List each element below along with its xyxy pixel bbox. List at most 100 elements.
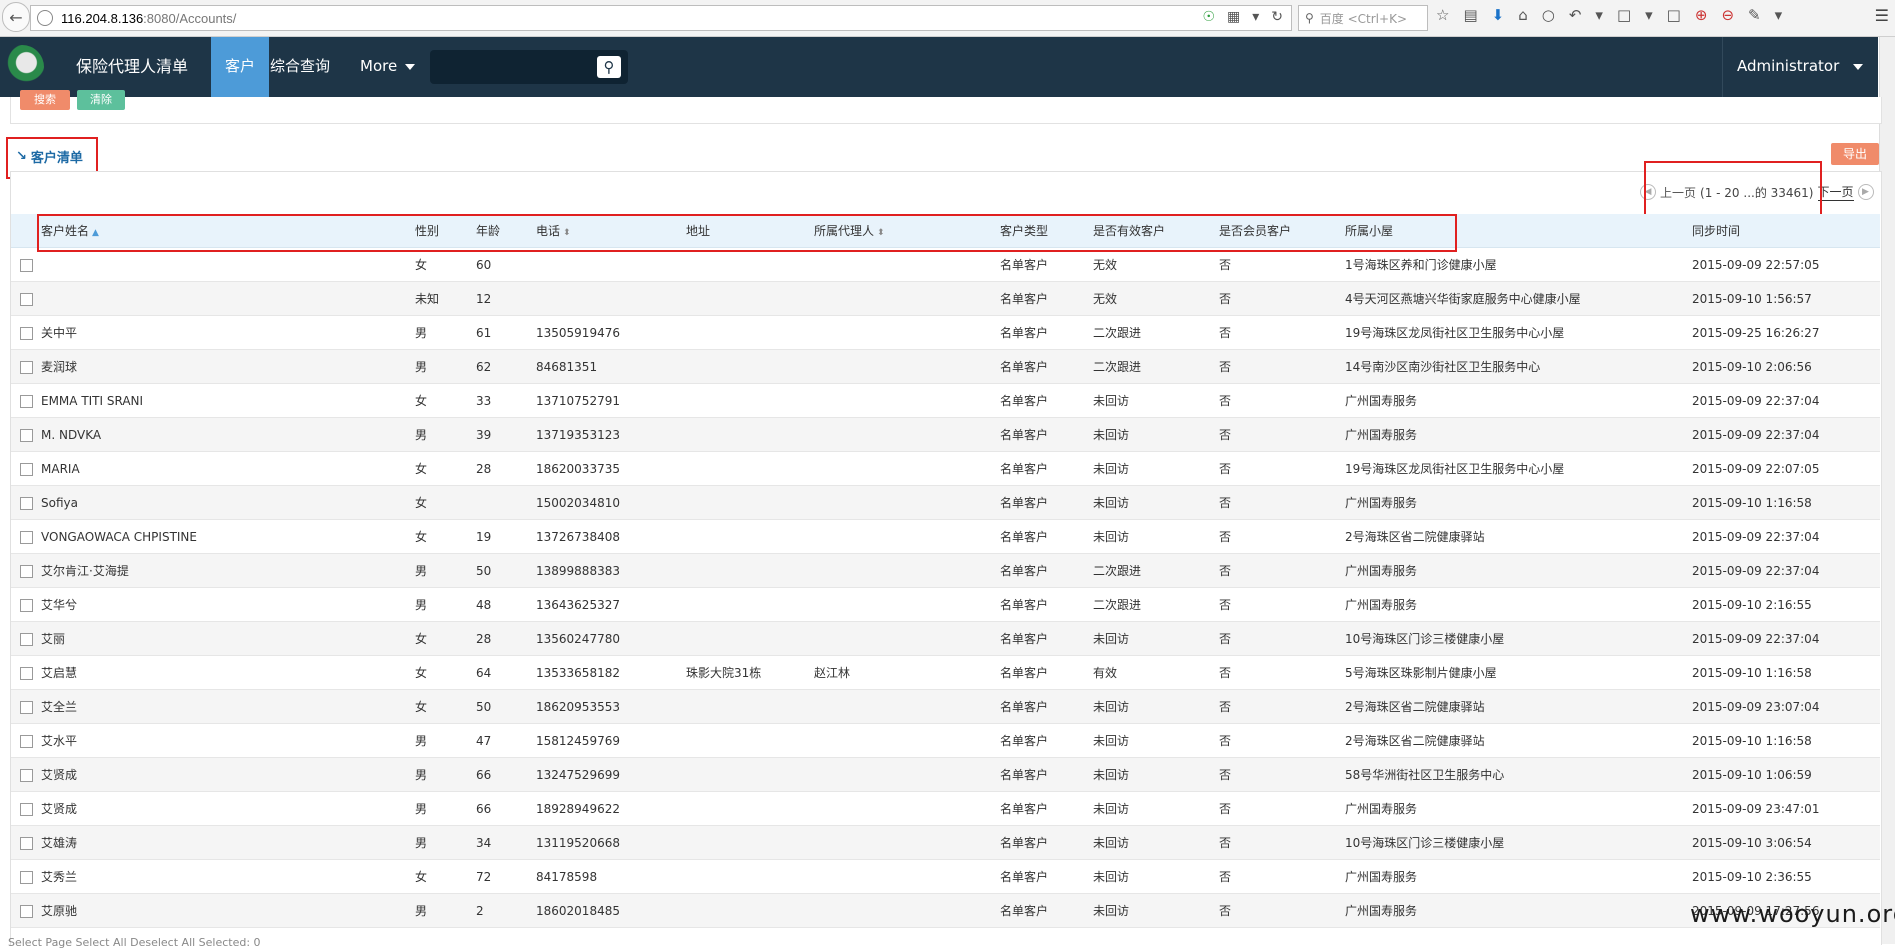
table-row[interactable]: 艾尔肯江·艾海提男 50 13899888383 名单客户 二次跟进否广州国寿服务 201… xyxy=(11,553,1880,588)
table-row[interactable]: 艾原驰男 2 18602018485 名单客户 未回访否广州国寿服务 2015-09-09… xyxy=(11,893,1880,928)
cell-address: 珠影大院31栋 xyxy=(686,655,814,690)
table-row[interactable]: 艾秀兰女 72 84178598 名单客户 未回访否广州国寿服务 2015-09-10 2… xyxy=(11,859,1880,894)
table-row[interactable]: 关中平男 61 13505919476 名单客户 二次跟进否 19号海珠区龙凤街社区卫生服… xyxy=(11,315,1880,350)
row-checkbox[interactable] xyxy=(20,258,33,272)
browser-search-input[interactable]: ⚲ 百度 <Ctrl+K> xyxy=(1298,5,1428,31)
back-arrow-icon[interactable]: ← xyxy=(2,2,30,32)
row-checkbox[interactable] xyxy=(20,360,33,374)
row-checkbox[interactable] xyxy=(20,904,33,918)
download-icon[interactable]: ⬇ xyxy=(1492,6,1505,24)
row-checkbox-cell xyxy=(11,757,41,792)
row-checkbox[interactable] xyxy=(20,734,33,748)
row-checkbox-cell xyxy=(11,791,41,826)
table-row[interactable]: VONGAOWACA CHPISTINE 女 19 13726738408 名单客户 未回… xyxy=(11,519,1880,554)
table-row[interactable]: 艾丽女 28 13560247780 名单客户 未回访否 10号海珠区门诊三楼健康小屋 20… xyxy=(11,621,1880,656)
table-row[interactable]: 艾全兰女 50 18620953553 名单客户 未回访否 2号海珠区省二院健康驿站 201… xyxy=(11,689,1880,724)
cell-agent xyxy=(814,689,1000,724)
search-placeholder: 百度 <Ctrl+K> xyxy=(1319,11,1407,26)
cell-customer-type: 名单客户 xyxy=(1000,553,1093,588)
zoom-out-icon[interactable]: ⊖ xyxy=(1721,6,1734,24)
brand-link[interactable]: 保险代理人清单 xyxy=(76,37,188,97)
cell-age: 50 xyxy=(476,553,536,588)
dropdown-icon[interactable]: ▾ xyxy=(1252,9,1259,25)
cell-sync-time: 2015-09-09 22:37:04 xyxy=(1692,553,1880,588)
nav-item-more[interactable]: More xyxy=(346,37,429,97)
cell-name: 麦润球 xyxy=(41,349,415,384)
row-checkbox[interactable] xyxy=(20,768,33,782)
row-checkbox[interactable] xyxy=(20,530,33,544)
row-checkbox[interactable] xyxy=(20,632,33,646)
table-row[interactable]: 艾启慧女 64 13533658182 珠影大院31栋 赵江林 名单客户 有效否 5号海珠区珠… xyxy=(11,655,1880,690)
cell-hut: 1号海珠区养和门诊健康小屋 xyxy=(1345,247,1692,282)
cell-name: 艾启慧 xyxy=(41,655,415,690)
app-navbar: 保险代理人清单 客户 综合查询 More ⚲ Administrator xyxy=(0,37,1878,97)
clear-button[interactable]: 清除 xyxy=(77,90,125,110)
table-row[interactable]: Sofiya 女 15002034810 名单客户 未回访否广州国寿服务 2015-09-… xyxy=(11,485,1880,520)
export-button[interactable]: 导出 xyxy=(1831,143,1879,165)
cell-valid: 未回访 xyxy=(1093,383,1219,418)
app-logo[interactable] xyxy=(0,45,44,89)
cell-gender: 女 xyxy=(415,383,476,418)
chat-icon[interactable]: ○ xyxy=(1542,6,1555,24)
row-checkbox[interactable] xyxy=(20,292,33,306)
row-checkbox[interactable] xyxy=(20,870,33,884)
cell-name: 艾贤成 xyxy=(41,791,415,826)
dropdown-icon[interactable]: ▾ xyxy=(1775,6,1783,24)
table-row[interactable]: M. NDVKA 男 39 13719353123 名单客户 未回访否广州国寿服务 2015… xyxy=(11,417,1880,452)
cell-agent xyxy=(814,485,1000,520)
cell-agent xyxy=(814,859,1000,894)
table-row[interactable]: EMMA TITI SRANI 女 33 13710752791 名单客户 未回访否广州国… xyxy=(11,383,1880,418)
row-checkbox[interactable] xyxy=(20,428,33,442)
table-row[interactable]: 未知 12 名单客户 无效否 4号天河区燕塘兴华街家庭服务中心健康小屋 2015-09-1… xyxy=(11,281,1880,316)
cell-sync-time: 2015-09-10 2:36:55 xyxy=(1692,859,1880,894)
row-checkbox[interactable] xyxy=(20,666,33,680)
search-button[interactable]: 搜索 xyxy=(20,90,70,110)
address-bar[interactable]: 116.204.8.136:8080/Accounts/ ☉ ▦ ▾ ↻ xyxy=(30,5,1292,31)
table-row[interactable]: 麦润球男 62 84681351 名单客户 二次跟进否 14号南沙区南沙街社区卫生服务中心… xyxy=(11,349,1880,384)
comment-icon[interactable]: □ xyxy=(1667,6,1681,24)
dropdown-icon[interactable]: ▾ xyxy=(1595,6,1603,24)
watermark: www.wooyun.org xyxy=(1690,900,1895,928)
user-menu[interactable]: Administrator xyxy=(1722,37,1877,97)
cell-member: 否 xyxy=(1219,621,1345,656)
row-checkbox[interactable] xyxy=(20,564,33,578)
row-checkbox[interactable] xyxy=(20,598,33,612)
crop-icon[interactable]: □ xyxy=(1617,6,1631,24)
cell-address xyxy=(686,383,814,418)
table-row[interactable]: MARIA 女 28 18620033735 名单客户 未回访否 19号海珠区龙凤街社区卫生… xyxy=(11,451,1880,486)
row-checkbox[interactable] xyxy=(20,496,33,510)
hamburger-menu-icon[interactable]: ☰ xyxy=(1875,6,1889,25)
nav-more-label: More xyxy=(360,57,398,75)
home-icon[interactable]: ⌂ xyxy=(1518,6,1528,24)
table-row[interactable]: 艾华兮男 48 13643625327 名单客户 二次跟进否广州国寿服务 2015-09-… xyxy=(11,587,1880,622)
bookmark-star-icon[interactable]: ☆ xyxy=(1436,6,1449,24)
cell-name: M. NDVKA xyxy=(41,417,415,452)
table-row[interactable]: 女 60 名单客户 无效否 1号海珠区养和门诊健康小屋 2015-09-09 22:57:… xyxy=(11,247,1880,282)
cell-phone: 13119520668 xyxy=(536,825,686,860)
table-row[interactable]: 艾水平男 47 15812459769 名单客户 未回访否 2号海珠区省二院健康驿站 201… xyxy=(11,723,1880,758)
cell-customer-type: 名单客户 xyxy=(1000,825,1093,860)
undo-icon[interactable]: ↶ xyxy=(1569,6,1582,24)
next-page-icon[interactable]: ▶ xyxy=(1857,184,1874,200)
row-checkbox[interactable] xyxy=(20,462,33,476)
row-checkbox[interactable] xyxy=(20,394,33,408)
qrcode-icon[interactable]: ▦ xyxy=(1227,9,1240,25)
reload-icon[interactable]: ↻ xyxy=(1271,9,1283,25)
table-row[interactable]: 艾贤成男 66 13247529699 名单客户 未回访否 58号华洲街社区卫生服务中心 2… xyxy=(11,757,1880,792)
zoom-in-icon[interactable]: ⊕ xyxy=(1695,6,1708,24)
cell-valid: 无效 xyxy=(1093,281,1219,316)
row-checkbox[interactable] xyxy=(20,326,33,340)
row-checkbox[interactable] xyxy=(20,700,33,714)
shield-icon[interactable]: ☉ xyxy=(1202,9,1215,25)
nav-item-query[interactable]: 综合查询 xyxy=(256,37,344,97)
clipboard-icon[interactable]: ▤ xyxy=(1463,6,1477,24)
mouse-gesture-icon[interactable]: ✎ xyxy=(1748,6,1761,24)
row-checkbox[interactable] xyxy=(20,802,33,816)
row-checkbox[interactable] xyxy=(20,836,33,850)
cell-hut: 19号海珠区龙凤街社区卫生服务中心小屋 xyxy=(1345,451,1692,486)
table-row[interactable]: 艾雄涛男 34 13119520668 名单客户 未回访否 10号海珠区门诊三楼健康小屋 2… xyxy=(11,825,1880,860)
next-page-link[interactable]: 下一页 xyxy=(1817,183,1854,201)
search-icon[interactable]: ⚲ xyxy=(597,56,621,78)
dropdown-icon[interactable]: ▾ xyxy=(1645,6,1653,24)
table-row[interactable]: 艾贤成男 66 18928949622 名单客户 未回访否广州国寿服务 2015-09-0… xyxy=(11,791,1880,826)
